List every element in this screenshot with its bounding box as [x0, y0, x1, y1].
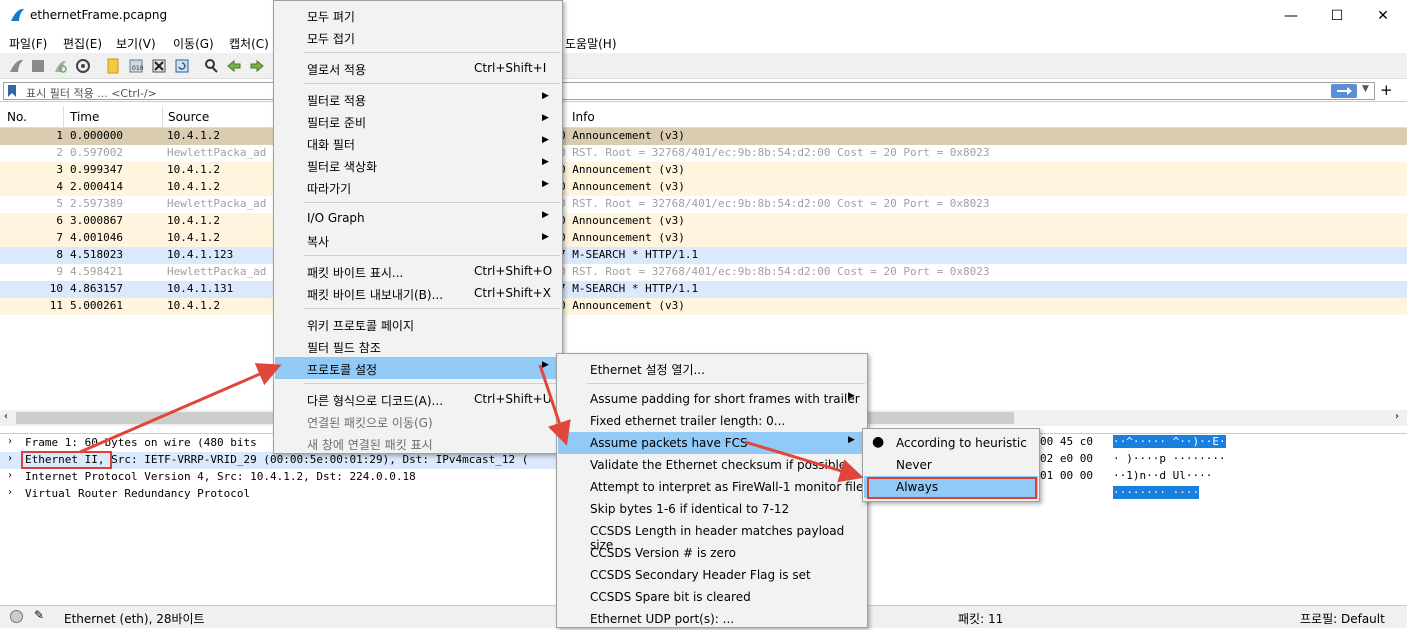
- arrow-to-protocol-prefs: [79, 363, 282, 454]
- arrow-to-fcs: [538, 364, 571, 446]
- annotation-arrows: [79, 363, 864, 483]
- arrow-to-always: [744, 440, 864, 483]
